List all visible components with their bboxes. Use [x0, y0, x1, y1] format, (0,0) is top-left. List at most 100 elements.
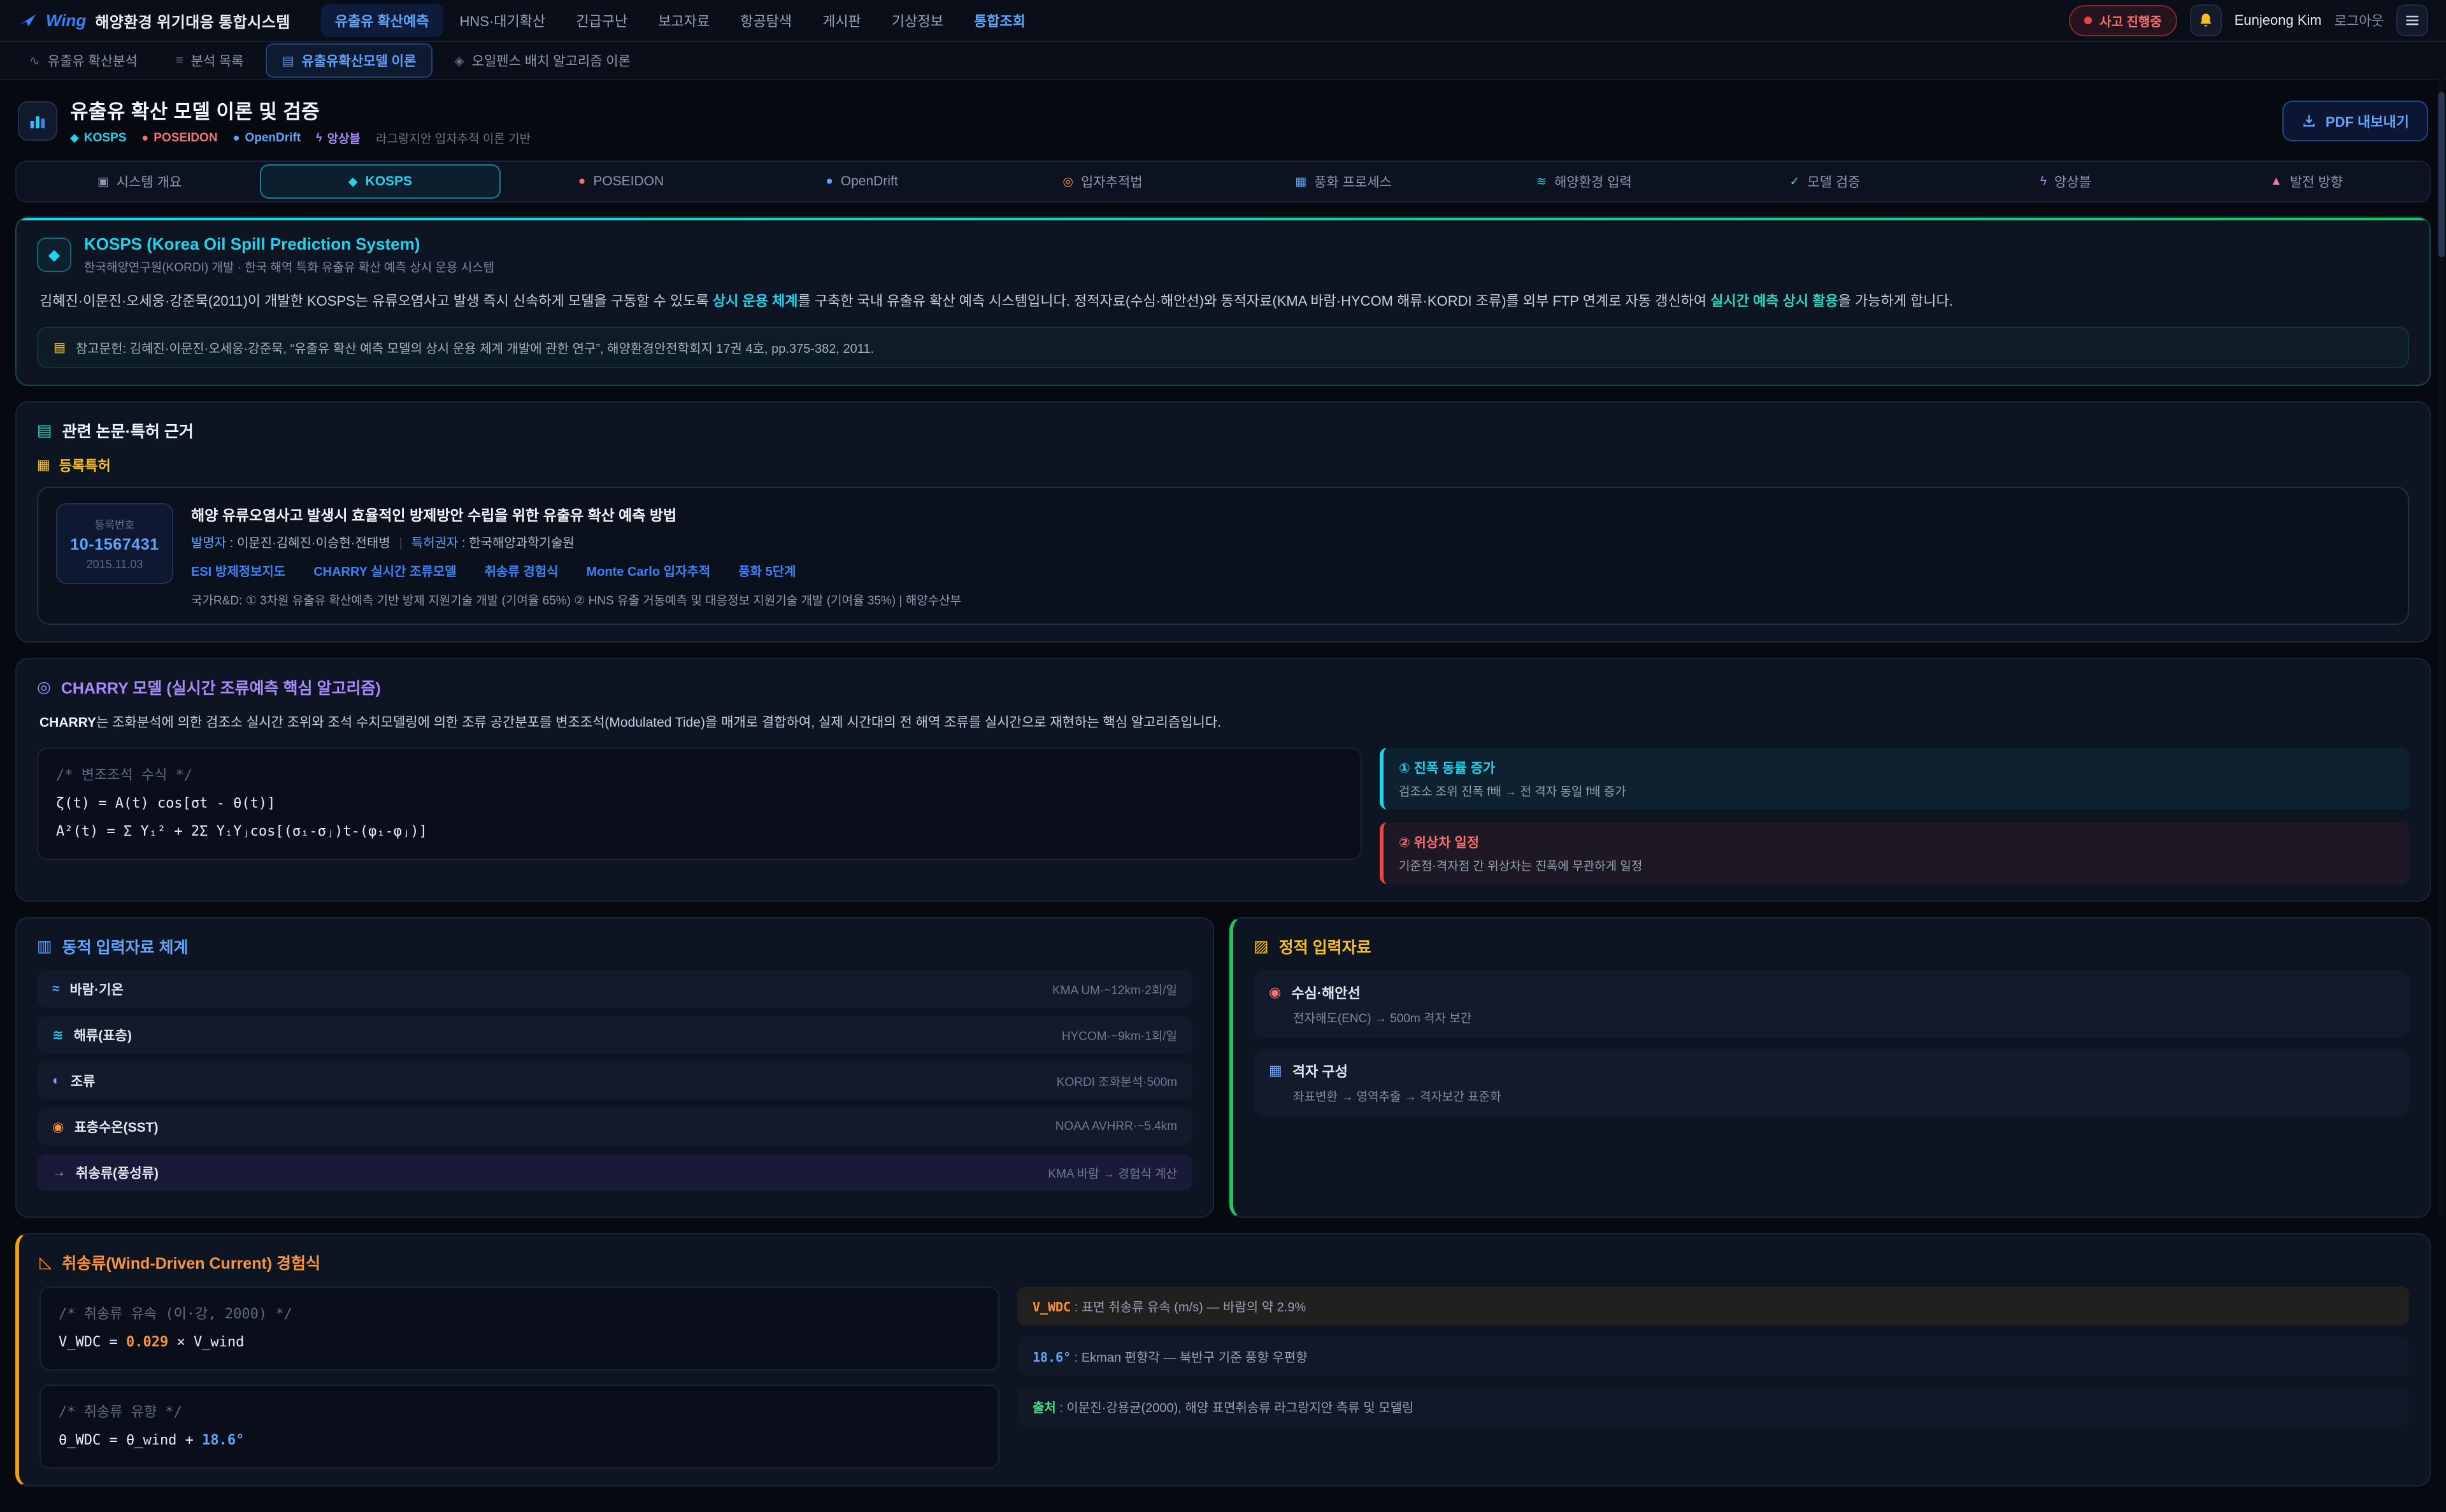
- tag-esi-map[interactable]: ESI 방제정보지도: [191, 561, 285, 580]
- menu-item-integrated-search[interactable]: 통합조회: [960, 4, 1040, 37]
- app-root: Wing 해양환경 위기대응 통합시스템 유출유 확산예측 HNS·대기확산 긴…: [0, 0, 2446, 1512]
- code-comment: /* 취송류 유속 (이·강, 2000) */: [59, 1301, 980, 1329]
- logout-button[interactable]: 로그아웃: [2335, 11, 2384, 30]
- code-line: V_WDC = 0.029 × V_wind: [59, 1329, 980, 1357]
- code-line: θ_WDC = θ_wind + 18.6°: [59, 1427, 980, 1455]
- callout-body: 기준점·격자점 간 위상차는 진폭에 무관하게 일정: [1399, 857, 2394, 874]
- charry-name: CHARRY: [39, 715, 96, 730]
- stack-icon: ▥: [37, 937, 52, 956]
- row-surface-current: ≋해류(표층) HYCOM·~9km·1회/일: [37, 1016, 1192, 1053]
- menu-item-weather-info[interactable]: 기상정보: [878, 4, 957, 37]
- row-wind-driven-current: →취송류(풍성류) KMA 바람 → 경험식 계산: [37, 1154, 1192, 1191]
- top-navbar: Wing 해양환경 위기대응 통합시스템 유출유 확산예측 HNS·대기확산 긴…: [0, 0, 2446, 42]
- thermometer-icon: ◉: [52, 1119, 64, 1135]
- subtab-analysis-list[interactable]: ≡ 분석 목록: [159, 43, 261, 78]
- note-ekman-angle: 18.6° : Ekman 편향각 — 북반구 기준 풍향 우편향: [1017, 1337, 2409, 1376]
- kosps-title: KOSPS (Korea Oil Spill Prediction System…: [84, 234, 494, 254]
- scrollbar-track[interactable]: [2438, 43, 2445, 1215]
- subtab-oil-fence-theory[interactable]: ◈ 오일펜스 배치 알고리즘 이론: [438, 43, 647, 78]
- circle-icon: ●: [826, 175, 833, 189]
- charry-title: ◎ CHARRY 모델 (실시간 조류예측 핵심 알고리즘): [37, 676, 2409, 699]
- note-source: 출처 : 이문진·강용균(2000), 해양 표면취송류 라그랑지안 측류 및 …: [1017, 1387, 2409, 1426]
- page-icon: [18, 101, 57, 141]
- arrow-icon: →: [52, 1165, 66, 1180]
- tab-system-overview[interactable]: ▣ 시스템 개요: [19, 164, 260, 199]
- navbar-right: 사고 진행중 Eunjeong Kim 로그아웃: [2069, 4, 2428, 36]
- kosps-section: ◆ KOSPS (Korea Oil Spill Prediction Syst…: [15, 217, 2431, 386]
- callout-title: ② 위상차 일정: [1399, 832, 2394, 852]
- pdf-export-button[interactable]: PDF 내보내기: [2282, 101, 2428, 141]
- menu-item-emergency-rescue[interactable]: 긴급구난: [562, 4, 641, 37]
- moon-icon: ◐: [52, 1073, 61, 1088]
- wdc-speed-code-block: /* 취송류 유속 (이·강, 2000) */ V_WDC = 0.029 ×…: [39, 1287, 999, 1371]
- tab-model-validation[interactable]: ✓ 모델 검증: [1705, 164, 1945, 199]
- dynamic-inputs-title: ▥ 동적 입력자료 체계: [37, 935, 1192, 958]
- row-wind-temp: ≈바람·기온 KMA UM·~12km·2회/일: [37, 971, 1192, 1008]
- ruler-icon: ◺: [39, 1253, 52, 1272]
- tag-weathering-stages[interactable]: 풍화 5단계: [738, 561, 796, 580]
- incident-dot-icon: [2084, 17, 2092, 24]
- tab-ensemble[interactable]: ϟ 앙상블: [1945, 164, 2186, 199]
- tag-wdc-formula[interactable]: 취송류 경험식: [485, 561, 559, 580]
- tab-opendrift[interactable]: ● OpenDrift: [741, 164, 982, 199]
- wdc-notes: V_WDC : 표면 취송류 유속 (m/s) — 바람의 약 2.9% 18.…: [1017, 1287, 2409, 1426]
- charry-body: CHARRY는 조화분석에 의한 검조소 실시간 조위와 조석 수치모델링에 의…: [39, 711, 2407, 734]
- static-inputs-title: ▨ 정적 입력자료: [1254, 935, 2409, 958]
- user-name[interactable]: Eunjeong Kim: [2235, 12, 2322, 29]
- assignee-label: 특허권자: [411, 536, 459, 550]
- scrollbar-thumb[interactable]: [2438, 92, 2445, 257]
- input-data-columns: ▥ 동적 입력자료 체계 ≈바람·기온 KMA UM·~12km·2회/일 ≋해…: [15, 917, 2431, 1233]
- waves-icon: ≋: [1536, 175, 1547, 189]
- kosps-body: 김혜진·이문진·오세웅·강준묵(2011)이 개발한 KOSPS는 유류오염사고…: [39, 289, 2407, 314]
- notifications-button[interactable]: [2190, 4, 2222, 36]
- subtab-label: 분석 목록: [191, 51, 244, 70]
- charry-callouts: ① 진폭 동률 증가 검조소 조위 진폭 f배 → 전 격자 동일 f배 증가 …: [1380, 748, 2409, 884]
- tab-particle-tracking[interactable]: ◎ 입자추적법: [982, 164, 1223, 199]
- target-icon: ◎: [1062, 175, 1073, 189]
- shield-icon: ◈: [454, 53, 464, 69]
- hamburger-icon: [2404, 12, 2421, 29]
- brand[interactable]: Wing 해양환경 위기대응 통합시스템: [18, 10, 290, 32]
- menu-item-oil-spill-prediction[interactable]: 유출유 확산예측: [321, 4, 443, 37]
- menu-item-board[interactable]: 게시판: [808, 4, 875, 37]
- patent-number-box: 등록번호 10-1567431 2015.11.03: [56, 503, 173, 584]
- inventors-label: 발명자: [191, 536, 226, 550]
- tab-weathering-process[interactable]: ▦ 풍화 프로세스: [1223, 164, 1464, 199]
- tag-charry-model[interactable]: CHARRY 실시간 조류모델: [313, 561, 456, 580]
- reference-box: ▤ 참고문헌: 김혜진·이문진·오세웅·강준묵, “유출유 확산 예측 모델의 …: [37, 327, 2409, 368]
- subtab-model-theory[interactable]: ▤ 유출유확산모델 이론: [266, 43, 433, 78]
- wind-icon: ≈: [52, 981, 60, 997]
- menu-item-reports[interactable]: 보고자료: [644, 4, 724, 37]
- patent-number-label: 등록번호: [70, 516, 159, 532]
- code-line-2: A²(t) = Σ Yᵢ² + 2Σ YᵢYⱼcos[(σᵢ-σⱼ)t-(φᵢ-…: [56, 818, 1343, 846]
- tab-future-direction[interactable]: ▲ 발전 방향: [2186, 164, 2427, 199]
- incident-status-badge[interactable]: 사고 진행중: [2069, 5, 2177, 36]
- tab-kosps[interactable]: ◆ KOSPS: [260, 164, 501, 199]
- assignee: : 한국해양과학기술원: [458, 536, 574, 550]
- badge-kosps: ◆ KOSPS: [70, 131, 126, 145]
- tab-ocean-environment-input[interactable]: ≋ 해양환경 입력: [1464, 164, 1705, 199]
- patent-card: 등록번호 10-1567431 2015.11.03 해양 유류오염사고 발생시…: [37, 487, 2409, 625]
- badge-opendrift: ● OpenDrift: [233, 131, 301, 145]
- menu-item-aerial-search[interactable]: 항공탐색: [726, 4, 806, 37]
- subtab-spill-analysis[interactable]: ∿ 유출유 확산분석: [13, 43, 154, 78]
- wdc-code-blocks: /* 취송류 유속 (이·강, 2000) */ V_WDC = 0.029 ×…: [39, 1287, 999, 1469]
- main-menu: 유출유 확산예측 HNS·대기확산 긴급구난 보고자료 항공탐색 게시판 기상정…: [321, 4, 2056, 37]
- incident-badge-label: 사고 진행중: [2099, 11, 2162, 30]
- hamburger-menu-button[interactable]: [2396, 4, 2428, 36]
- tab-poseidon[interactable]: ● POSEIDON: [501, 164, 741, 199]
- page-badges: ◆ KOSPS ● POSEIDON ● OpenDrift ϟ 앙상블: [70, 129, 2270, 146]
- book-icon: ▤: [54, 339, 66, 355]
- highlight-operational-system: 상시 운용 체계: [713, 293, 798, 309]
- inventors: : 이문진·김혜진·이승현·전태병: [226, 536, 390, 550]
- page-title-block: 유출유 확산 모델 이론 및 검증 ◆ KOSPS ● POSEIDON ● O…: [70, 96, 2270, 146]
- patent-meta: 발명자 : 이문진·김혜진·이승현·전태병|특허권자 : 한국해양과학기술원: [191, 532, 2390, 551]
- clipboard-icon: ▦: [37, 457, 50, 473]
- kosps-subtitle: 한국해양연구원(KORDI) 개발 · 한국 해역 특화 유출유 확산 예측 상…: [84, 258, 494, 275]
- tag-monte-carlo[interactable]: Monte Carlo 입자추적: [587, 561, 711, 580]
- circle-icon: ●: [578, 175, 585, 189]
- modulated-tide-code-block: /* 변조조석 수식 */ ζ(t) = A(t) cos[σt - θ(t)]…: [37, 748, 1362, 860]
- menu-item-hns-atmospheric[interactable]: HNS·대기확산: [446, 4, 560, 37]
- logo-text: Wing: [46, 11, 86, 31]
- page-title: 유출유 확산 모델 이론 및 검증: [70, 96, 2270, 124]
